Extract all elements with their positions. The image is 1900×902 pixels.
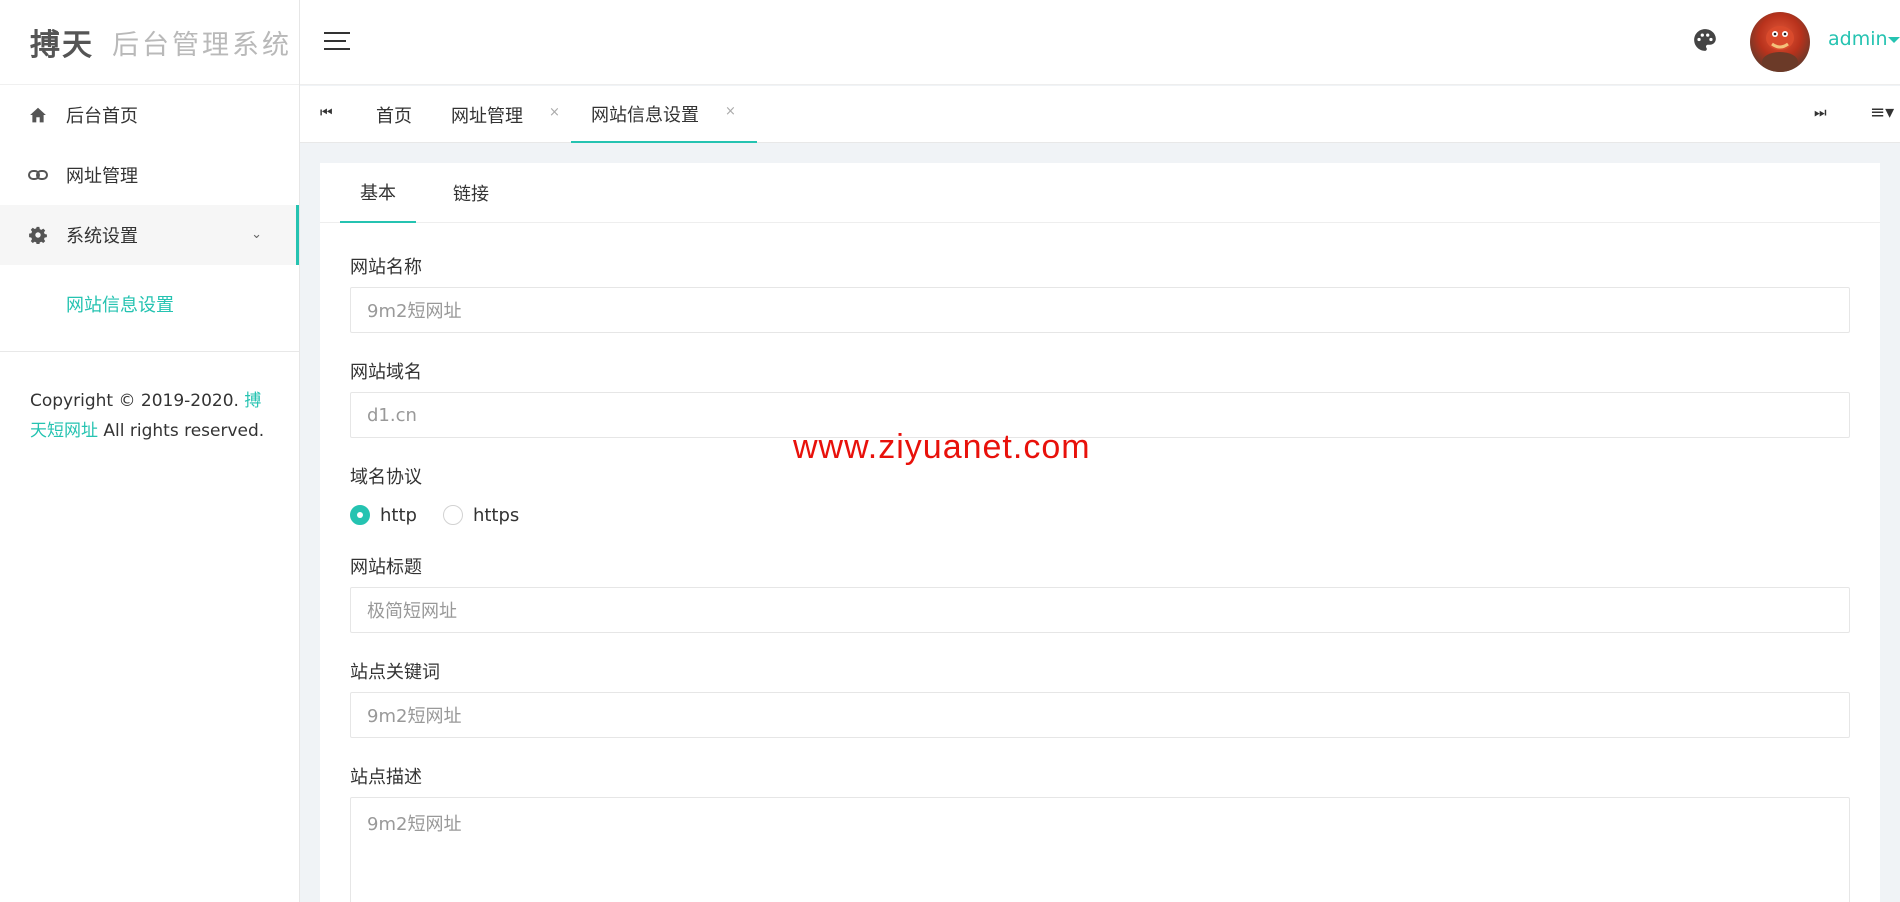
settings-card: 基本 链接 网站名称 9m2短网址 网站域名 d1.cn 域名协议 http h… (320, 163, 1880, 902)
copyright-prefix: Copyright © 2019-2020. (30, 391, 239, 411)
chevron-down-icon: ⌄ (251, 227, 262, 242)
description-textarea[interactable]: 9m2短网址 (350, 797, 1850, 902)
tab-scroll-left-icon[interactable]: ⏮ (320, 105, 333, 121)
copyright: Copyright © 2019-2020. 搏天短网址 All rights … (0, 352, 299, 446)
tab-label: 首页 (376, 105, 412, 127)
site-title-input[interactable]: 极简短网址 (350, 587, 1850, 633)
tab-close-icon[interactable]: × (725, 104, 736, 119)
username[interactable]: admin (1828, 28, 1888, 50)
tab-bar: ⏮ 首页 网址管理 × 网站信息设置 × ⏭ ≡▾ (300, 86, 1900, 143)
field-protocol: 域名协议 http https (350, 463, 1850, 553)
sidebar-item-label: 后台首页 (66, 106, 138, 127)
menu-toggle-icon[interactable] (324, 31, 352, 51)
sidebar-item-url-management[interactable]: 网址管理 (0, 145, 299, 205)
radio-https[interactable] (442, 505, 463, 525)
field-label: 网站名称 (350, 257, 422, 278)
site-name-input[interactable]: 9m2短网址 (350, 287, 1850, 333)
subtab-links[interactable]: 链接 (433, 163, 509, 223)
radio-label: https (472, 504, 520, 526)
field-label: 网站域名 (350, 362, 422, 383)
brand-subtitle: 后台管理系统 (112, 29, 292, 61)
top-header: admin (300, 0, 1900, 85)
tab-options-icon[interactable]: ≡▾ (1870, 102, 1894, 123)
home-icon (28, 105, 48, 125)
tab-site-info-settings[interactable]: 网站信息设置 × (571, 86, 757, 143)
tab-url-management[interactable]: 网址管理 × (451, 86, 560, 143)
brand: 搏天 后台管理系统 (0, 0, 299, 85)
tab-label: 网站信息设置 (591, 104, 699, 126)
field-description: 站点描述 9m2短网址 (350, 763, 1850, 902)
sidebar: 搏天 后台管理系统 后台首页 网址管理 系统设置 ⌄ 网站信息设置 Copyri… (0, 0, 300, 902)
field-label: 网站标题 (350, 557, 422, 578)
sidebar-item-system-settings[interactable]: 系统设置 ⌄ (0, 205, 299, 265)
tab-label: 网址管理 (451, 105, 523, 127)
field-keywords: 站点关键词 9m2短网址 (350, 658, 1850, 763)
sidebar-item-label: 系统设置 (66, 226, 138, 247)
radio-http[interactable] (350, 505, 370, 525)
field-label: 站点关键词 (350, 662, 440, 683)
keywords-input[interactable]: 9m2短网址 (350, 692, 1850, 738)
protocol-radio-group: http https (350, 503, 1850, 527)
radio-label: http (380, 504, 417, 526)
copyright-suffix: All rights reserved. (103, 421, 265, 441)
tab-home[interactable]: 首页 (376, 86, 412, 143)
site-domain-input[interactable]: d1.cn (350, 392, 1850, 438)
subtab-basic[interactable]: 基本 (340, 163, 416, 223)
field-site-title: 网站标题 极简短网址 (350, 553, 1850, 658)
brand-name: 搏天 (30, 28, 94, 63)
link-icon (28, 165, 48, 185)
field-site-name: 网站名称 9m2短网址 (350, 253, 1850, 358)
field-label: 站点描述 (350, 767, 422, 788)
field-label: 域名协议 (350, 467, 422, 488)
subtabs: 基本 链接 (320, 163, 1880, 223)
caret-down-icon[interactable] (1888, 37, 1900, 43)
field-site-domain: 网站域名 d1.cn (350, 358, 1850, 463)
palette-icon[interactable] (1692, 27, 1718, 53)
tab-scroll-right-icon[interactable]: ⏭ (1814, 105, 1827, 121)
sidebar-item-label: 网址管理 (66, 166, 138, 187)
avatar[interactable] (1750, 12, 1810, 72)
tab-close-icon[interactable]: × (549, 105, 560, 120)
site-settings-form: 网站名称 9m2短网址 网站域名 d1.cn 域名协议 http https 网… (350, 253, 1850, 902)
watermark-text: www.ziyuanet.com (793, 428, 1091, 466)
sidebar-subitem-site-info-settings[interactable]: 网站信息设置 (0, 265, 299, 343)
gear-icon (28, 225, 48, 245)
sidebar-item-home[interactable]: 后台首页 (0, 85, 299, 145)
